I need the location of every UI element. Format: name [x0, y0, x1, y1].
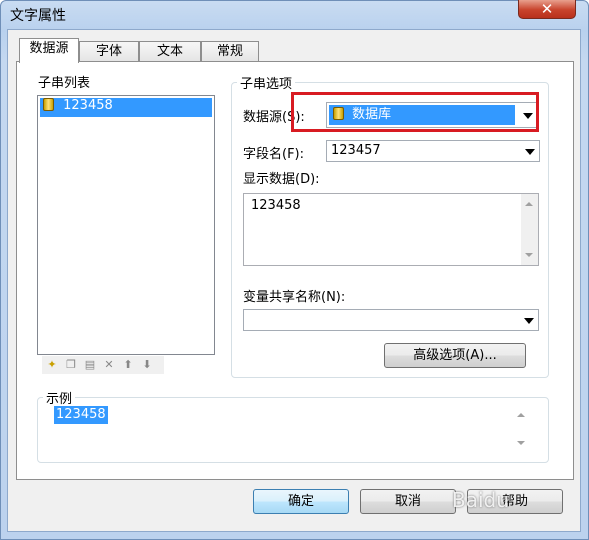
list-toolbar: ✦ ❐ ▤ ✕ ⬆ ⬇ [42, 356, 164, 374]
scroll-down-icon[interactable] [517, 441, 525, 445]
copy-icon[interactable]: ❐ [64, 358, 78, 372]
substring-list-title: 子串列表 [38, 76, 91, 91]
substring-options-title: 子串选项 [237, 73, 296, 92]
display-data-textarea[interactable]: 123458 [243, 193, 539, 266]
delete-icon[interactable]: ✕ [102, 358, 116, 372]
database-icon [43, 98, 54, 111]
field-name-value: 123457 [331, 143, 381, 158]
field-name-label: 字段名(F): [243, 147, 305, 162]
scroll-up-icon[interactable] [517, 413, 525, 417]
tab-text[interactable]: 文本 [139, 41, 201, 63]
close-button[interactable]: ✕ [518, 0, 576, 19]
list-item[interactable]: 123458 [40, 98, 212, 117]
tab-font[interactable]: 字体 [79, 41, 139, 63]
highlight-box [291, 92, 539, 132]
scroll-up-icon[interactable] [525, 202, 533, 206]
tab-data-source[interactable]: 数据源 [19, 38, 79, 63]
example-scrollbar[interactable] [513, 405, 530, 453]
watermark: Baidu [452, 488, 509, 512]
chevron-down-icon[interactable] [525, 149, 535, 155]
ok-button[interactable]: 确定 [253, 489, 349, 514]
move-up-icon[interactable]: ⬆ [121, 358, 135, 372]
paste-icon[interactable]: ▤ [83, 358, 97, 372]
advanced-options-button[interactable]: 高级选项(A)... [384, 343, 526, 368]
shared-var-label: 变量共享名称(N): [243, 290, 346, 305]
display-data-scrollbar[interactable] [521, 194, 538, 265]
display-data-value: 123458 [251, 198, 301, 213]
example-group [37, 397, 549, 463]
move-down-icon[interactable]: ⬇ [140, 358, 154, 372]
example-value: 123458 [54, 406, 108, 424]
substring-listbox[interactable]: 123458 [37, 95, 215, 355]
window-title: 文字属性 [10, 8, 66, 24]
list-item-label: 123458 [63, 98, 113, 113]
shared-var-combo[interactable] [243, 309, 539, 331]
new-icon[interactable]: ✦ [45, 358, 59, 372]
chevron-down-icon[interactable] [524, 318, 534, 324]
example-title: 示例 [43, 388, 76, 407]
tab-general[interactable]: 常规 [201, 41, 259, 63]
field-name-combo[interactable]: 123457 [326, 140, 540, 162]
display-data-label: 显示数据(D): [243, 172, 320, 187]
scroll-down-icon[interactable] [525, 253, 533, 257]
cancel-button[interactable]: 取消 [360, 489, 456, 514]
